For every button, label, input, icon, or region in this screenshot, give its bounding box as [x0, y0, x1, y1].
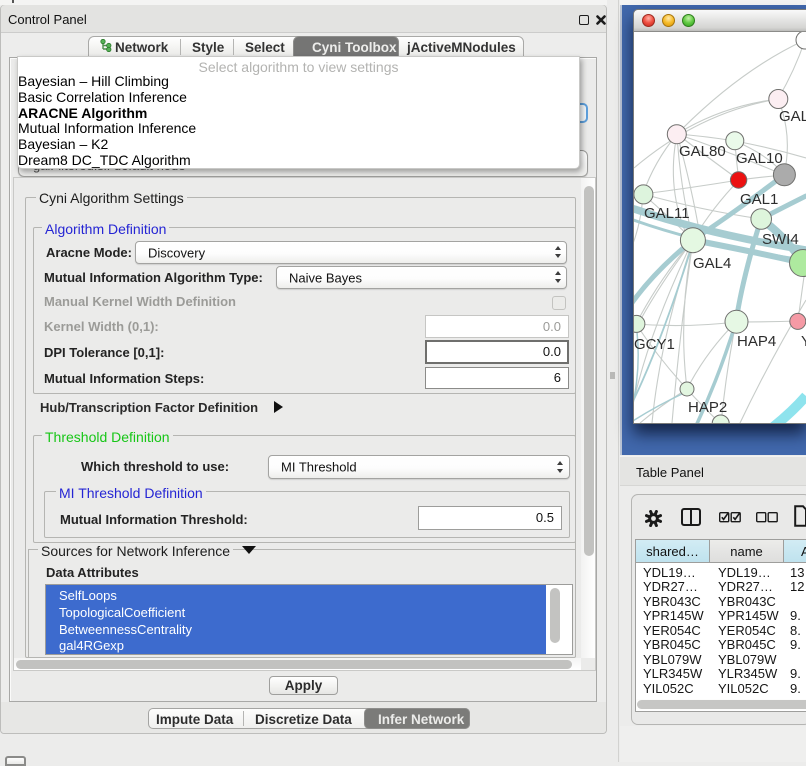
- svg-text:GCY1: GCY1: [634, 336, 675, 353]
- svg-text:HAP4: HAP4: [737, 333, 776, 350]
- svg-text:HAP2: HAP2: [688, 399, 727, 416]
- svg-text:SWI4: SWI4: [762, 231, 799, 248]
- svg-text:GAL80: GAL80: [679, 143, 726, 160]
- svg-text:GAL10: GAL10: [736, 150, 783, 167]
- svg-text:GAL1: GAL1: [740, 191, 778, 208]
- svg-text:GAL4: GAL4: [693, 255, 731, 272]
- svg-text:Y: Y: [801, 333, 806, 350]
- svg-text:GAL2: GAL2: [779, 108, 806, 125]
- svg-text:GAL11: GAL11: [644, 205, 690, 222]
